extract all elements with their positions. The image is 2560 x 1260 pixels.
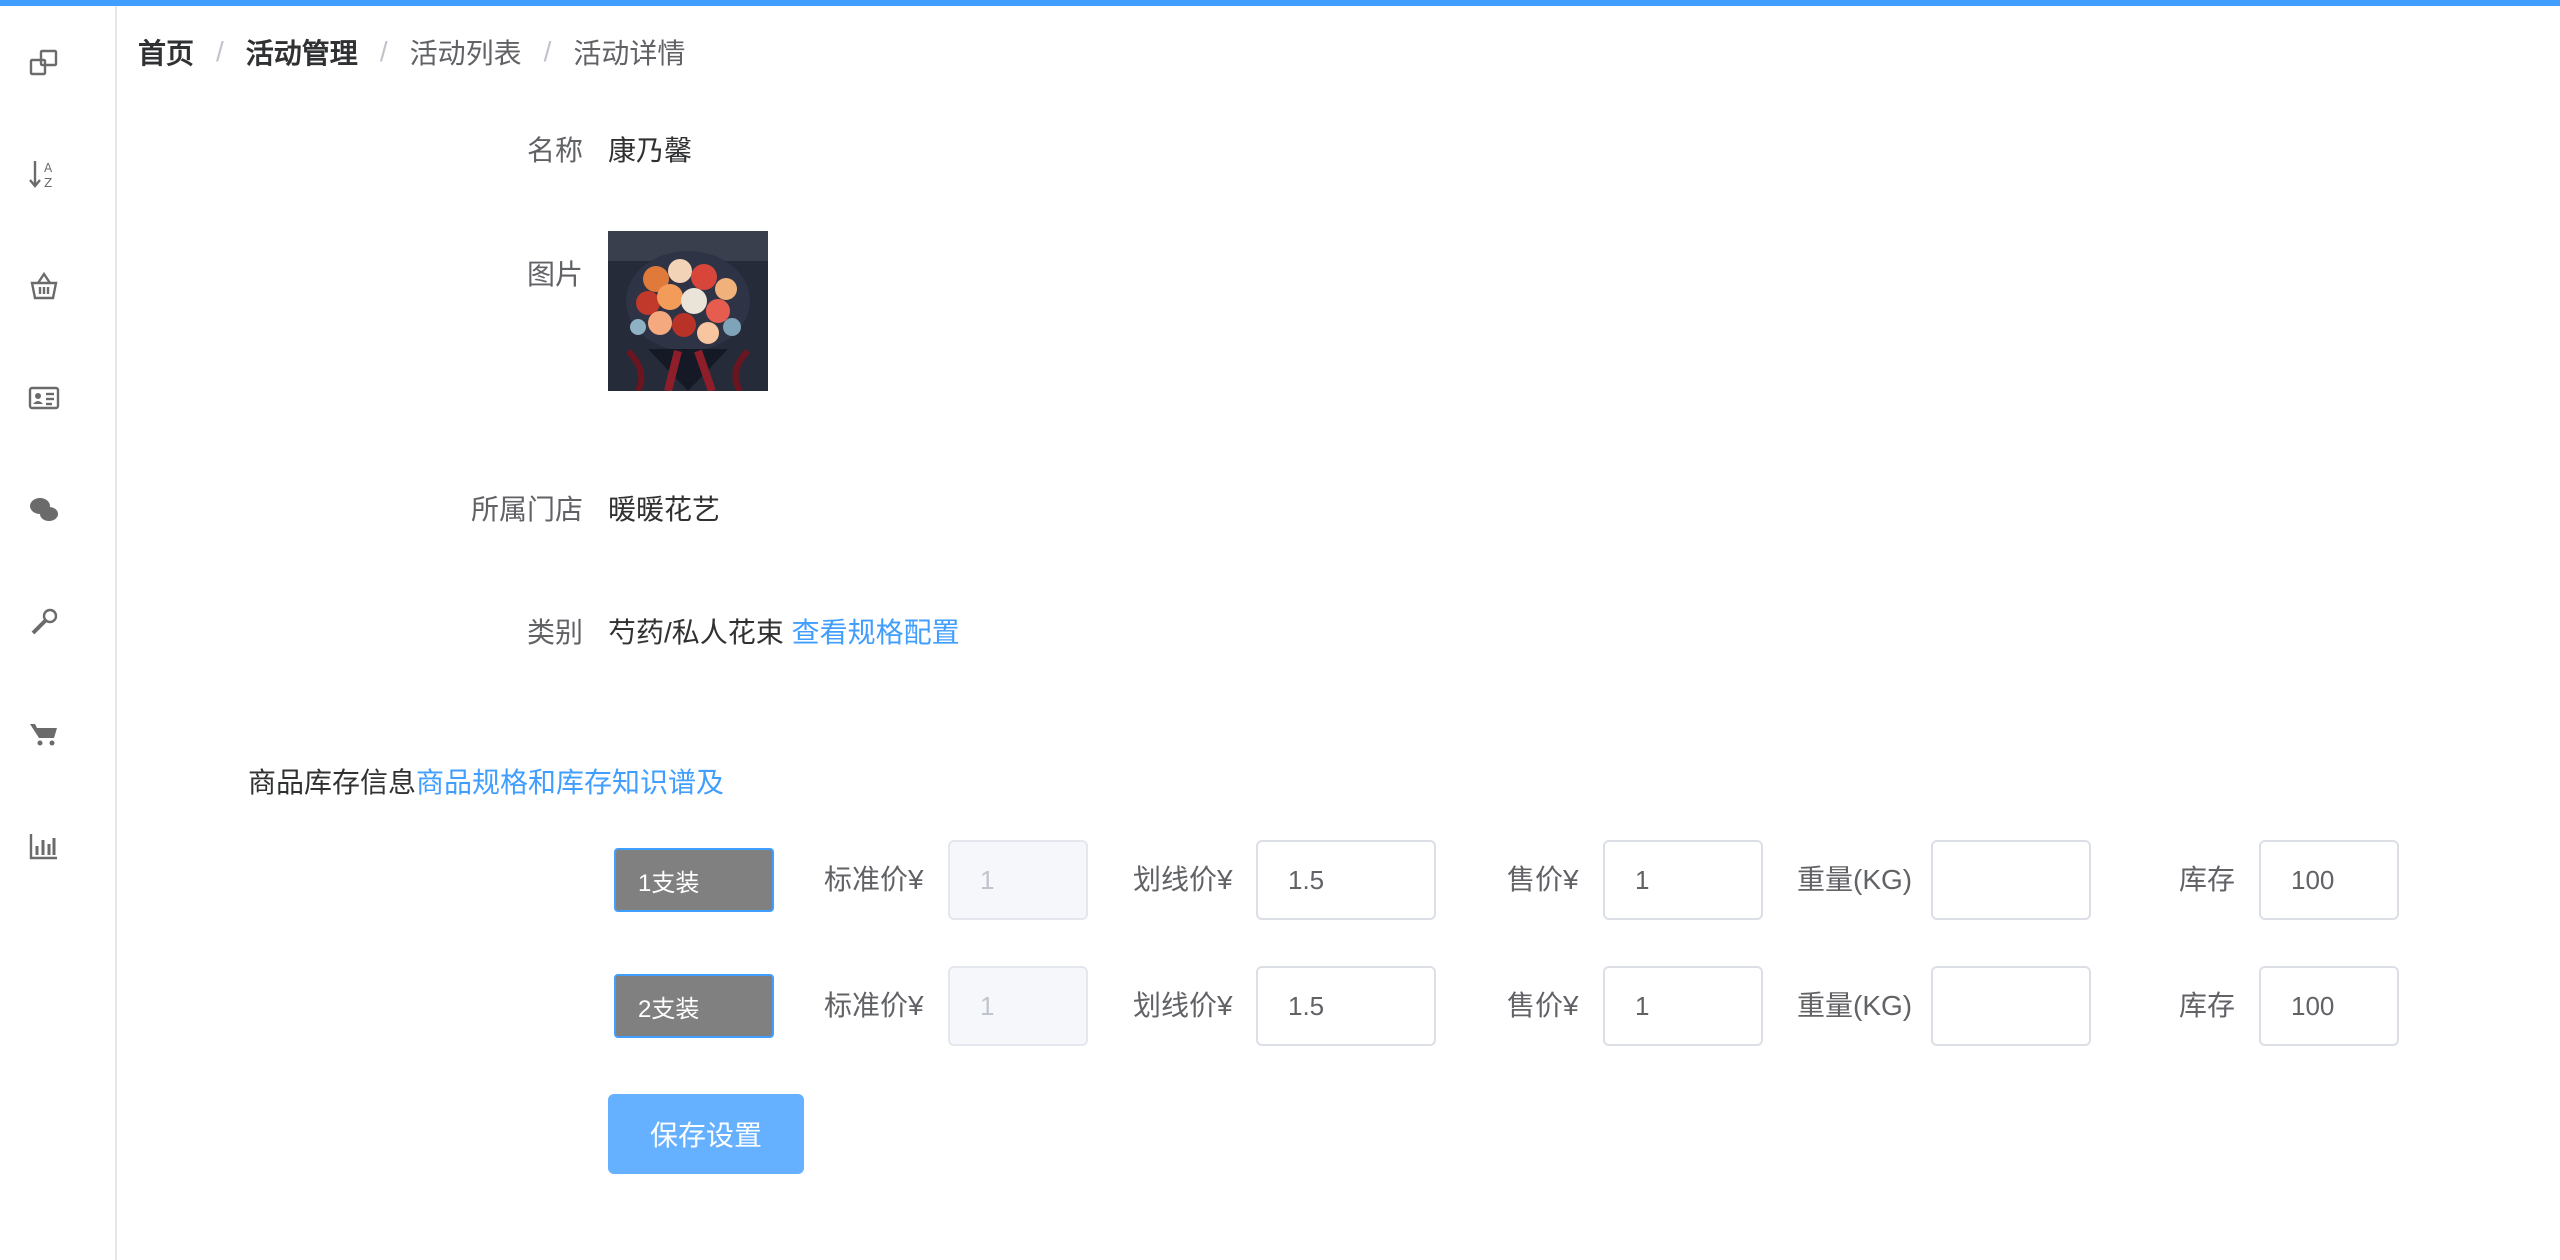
breadcrumb-activity-management[interactable]: 活动管理 <box>246 32 358 72</box>
standard-price-input <box>948 966 1088 1046</box>
standard-price-input <box>948 840 1088 920</box>
breadcrumb-activity-list: 活动列表 <box>409 38 522 69</box>
stock-input[interactable] <box>2259 966 2399 1046</box>
save-settings-button[interactable]: 保存设置 <box>608 1094 804 1174</box>
id-card-icon[interactable] <box>24 378 64 418</box>
sku-spec-tag[interactable]: 1支装 <box>614 848 774 912</box>
stock-input[interactable] <box>2259 840 2399 920</box>
store-label: 所属门店 <box>470 494 583 525</box>
category-text: 芍药/私人花束 <box>608 617 784 648</box>
breadcrumb-separator: / <box>543 36 552 67</box>
sku-spec-tag[interactable]: 2支装 <box>614 974 774 1038</box>
cart-icon[interactable] <box>24 714 64 754</box>
weight-label: 重量(KG) <box>1797 864 1913 895</box>
inventory-title: 商品库存信息 <box>248 767 417 798</box>
strike-price-label: 划线价¥ <box>1133 864 1233 895</box>
strike-price-input[interactable] <box>1256 840 1436 920</box>
breadcrumb-activity-detail: 活动详情 <box>573 38 686 69</box>
image-label: 图片 <box>526 259 583 290</box>
category-value: 芍药/私人花束 查看规格配置 <box>608 611 960 651</box>
view-spec-config-link[interactable]: 查看规格配置 <box>792 617 960 648</box>
sale-price-input[interactable] <box>1603 840 1763 920</box>
inventory-section-title: 商品库存信息商品规格和库存知识谱及 <box>248 761 724 801</box>
name-value: 康乃馨 <box>608 135 693 166</box>
breadcrumb-separator: / <box>379 36 388 67</box>
stock-label: 库存 <box>2179 864 2236 895</box>
category-label: 类别 <box>526 617 583 648</box>
breadcrumb-separator: / <box>216 36 224 67</box>
weight-label: 重量(KG) <box>1797 990 1913 1021</box>
weight-input[interactable] <box>1931 966 2091 1046</box>
breadcrumb-home[interactable]: 首页 <box>138 32 194 72</box>
sale-price-input[interactable] <box>1603 966 1763 1046</box>
standard-price-label: 标准价¥ <box>824 864 924 895</box>
product-image[interactable] <box>608 231 768 391</box>
sku-row: 1支装 标准价¥ 划线价¥ 售价¥ 重量(KG) 库存 <box>0 840 2560 920</box>
sale-price-label: 售价¥ <box>1507 990 1579 1021</box>
windows-icon[interactable] <box>24 43 64 83</box>
sku-row: 2支装 标准价¥ 划线价¥ 售价¥ 重量(KG) 库存 <box>0 966 2560 1046</box>
sale-price-label: 售价¥ <box>1507 864 1579 895</box>
strike-price-input[interactable] <box>1256 966 1436 1046</box>
breadcrumb: 首页 / 活动管理 / 活动列表 / 活动详情 <box>138 32 685 72</box>
store-value: 暖暖花艺 <box>608 494 721 525</box>
name-label: 名称 <box>526 135 583 166</box>
top-accent-bar <box>0 0 2560 6</box>
standard-price-label: 标准价¥ <box>824 990 924 1021</box>
svg-text:Z: Z <box>44 176 52 190</box>
stock-label: 库存 <box>2179 990 2236 1021</box>
weight-input[interactable] <box>1931 840 2091 920</box>
knowledge-link[interactable]: 商品规格和库存知识谱及 <box>416 767 724 798</box>
strike-price-label: 划线价¥ <box>1133 990 1233 1021</box>
